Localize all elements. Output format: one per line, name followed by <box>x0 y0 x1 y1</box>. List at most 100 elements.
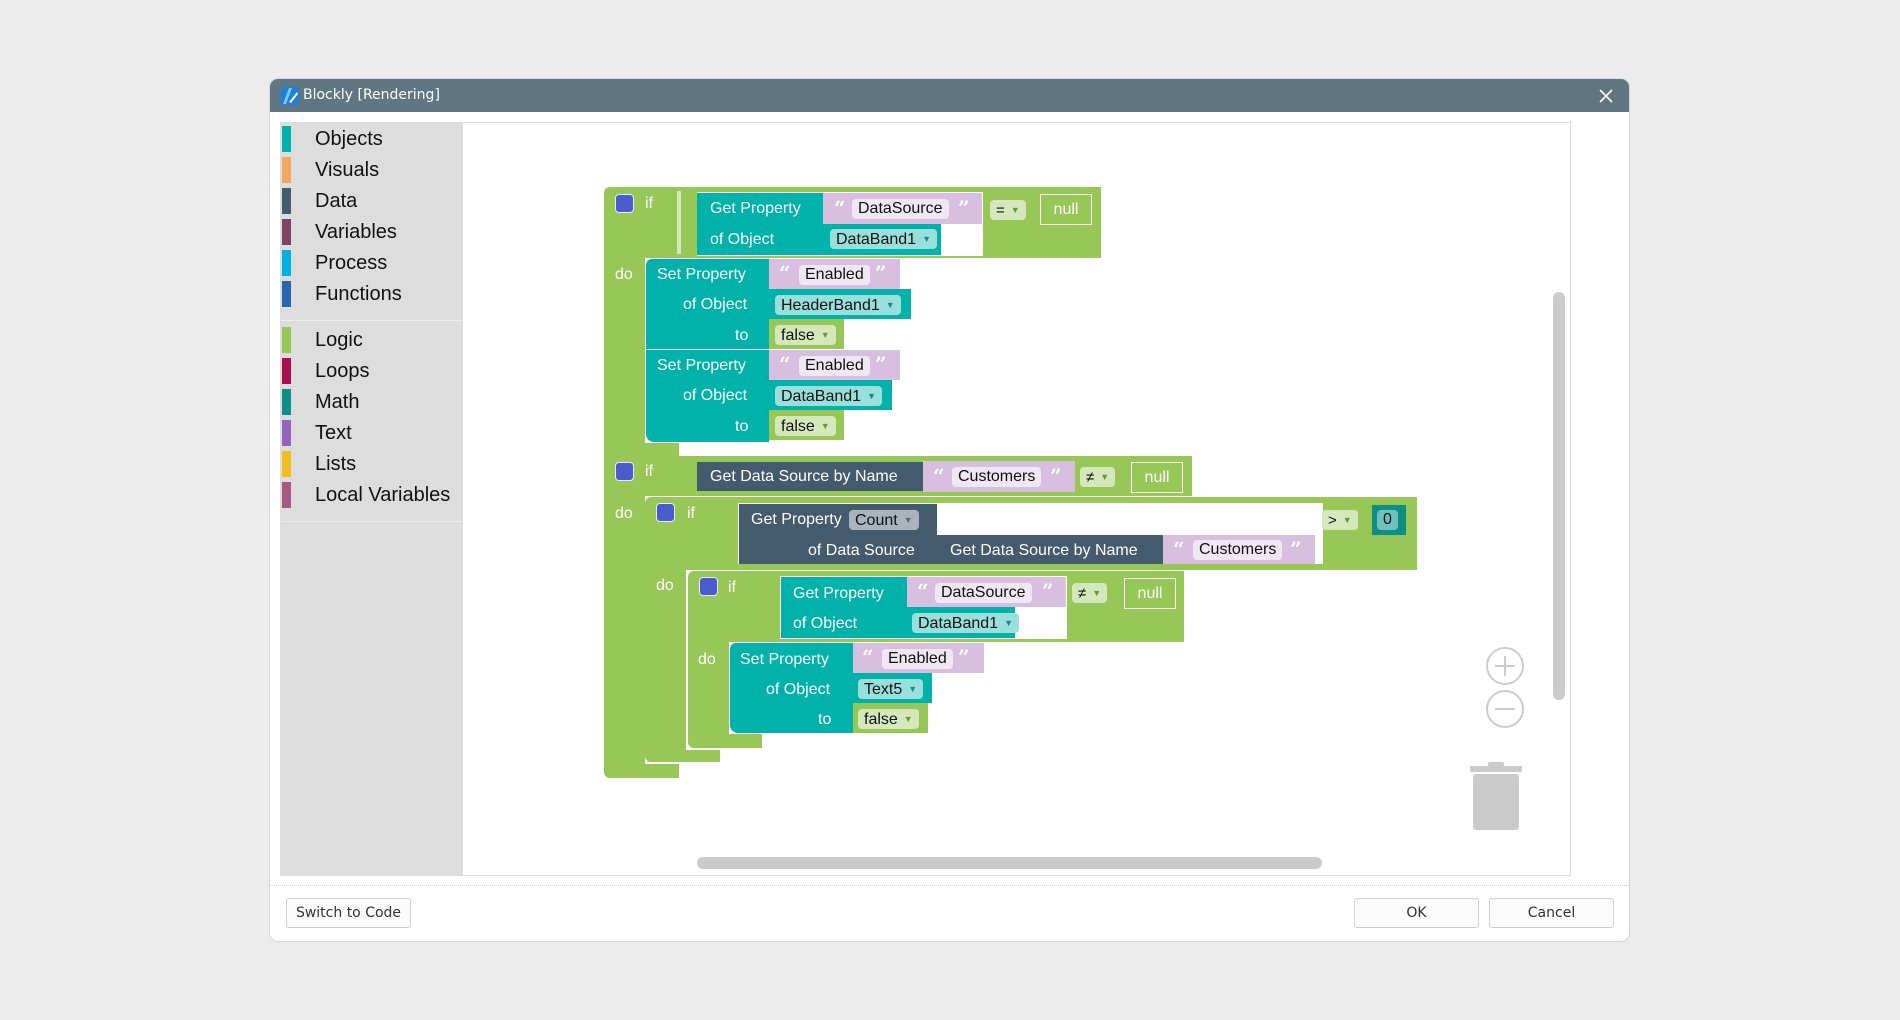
close-quote-icon: ” <box>1042 579 1054 603</box>
footer-separator <box>270 885 1629 886</box>
category-text[interactable]: Text <box>281 417 463 446</box>
open-quote-icon: “ <box>834 196 846 220</box>
boolean-dropdown[interactable]: false ▼ <box>775 416 836 436</box>
open-quote-icon: “ <box>917 579 929 603</box>
get-property-label: Get Property <box>710 200 801 217</box>
cancel-button[interactable]: Cancel <box>1489 898 1614 928</box>
vertical-scrollbar[interactable] <box>1553 292 1565 700</box>
mutator-gear-icon[interactable] <box>656 503 675 522</box>
text-field[interactable]: Customers <box>1193 540 1283 560</box>
if-label: if <box>645 463 653 480</box>
toolbox: Objects Visuals Data Variables Process F… <box>281 123 463 875</box>
operator-dropdown[interactable]: > ▼ <box>1322 510 1358 530</box>
category-color-swatch <box>282 126 291 152</box>
set-property-label: Set Property <box>740 651 829 668</box>
do-label: do <box>698 651 716 668</box>
of-object-label: of Object <box>683 296 748 313</box>
close-quote-icon: ” <box>958 196 970 220</box>
category-math[interactable]: Math <box>281 386 463 415</box>
category-logic[interactable]: Logic <box>281 324 463 353</box>
category-label: Text <box>315 422 352 444</box>
object-dropdown[interactable]: HeaderBand1 ▼ <box>775 295 901 315</box>
do-label: do <box>656 577 674 594</box>
get-ds-by-name-label: Get Data Source by Name <box>710 468 898 485</box>
mutator-gear-icon[interactable] <box>615 194 634 213</box>
set-property-label: Set Property <box>657 266 746 283</box>
close-quote-icon: ” <box>875 352 887 376</box>
property-dropdown[interactable]: Count ▼ <box>849 510 919 530</box>
set-property-label: Set Property <box>657 357 746 374</box>
object-dropdown[interactable]: Text5 ▼ <box>858 679 924 699</box>
boolean-dropdown[interactable]: false ▼ <box>858 709 919 729</box>
operator-dropdown[interactable]: ≠ ▼ <box>1072 583 1108 603</box>
text-field[interactable]: Enabled <box>799 356 870 376</box>
null-block[interactable]: null <box>1131 462 1183 493</box>
category-label: Data <box>315 190 358 212</box>
if-block-bottom <box>645 750 720 762</box>
operator-dropdown[interactable]: ≠ ▼ <box>1080 467 1116 487</box>
category-label: Functions <box>315 283 402 305</box>
text-field[interactable]: Customers <box>952 467 1042 487</box>
close-quote-icon: ” <box>1290 537 1302 561</box>
category-color-swatch <box>282 281 291 307</box>
to-label: to <box>735 418 749 435</box>
category-label: Variables <box>315 221 397 243</box>
close-quote-icon: ” <box>958 645 970 669</box>
category-loops[interactable]: Loops <box>281 355 463 384</box>
close-quote-icon: ” <box>875 261 887 285</box>
boolean-dropdown[interactable]: false ▼ <box>775 325 836 345</box>
of-object-label: of Object <box>793 615 858 632</box>
operator-dropdown[interactable]: = ▼ <box>990 200 1026 220</box>
zoom-in-icon[interactable] <box>1485 646 1525 686</box>
category-color-swatch <box>282 157 291 183</box>
open-quote-icon: “ <box>779 352 791 376</box>
mutator-gear-icon[interactable] <box>615 462 634 481</box>
category-color-swatch <box>282 482 291 508</box>
category-color-swatch <box>282 420 291 446</box>
zoom-out-icon[interactable] <box>1485 689 1525 729</box>
category-visuals[interactable]: Visuals <box>281 154 463 183</box>
category-variables[interactable]: Variables <box>281 216 463 245</box>
object-dropdown[interactable]: DataBand1 ▼ <box>830 229 937 249</box>
horizontal-scrollbar[interactable] <box>697 857 1322 869</box>
category-objects[interactable]: Objects <box>281 123 463 152</box>
open-quote-icon: “ <box>1173 537 1185 561</box>
category-data[interactable]: Data <box>281 185 463 214</box>
if-block-spine <box>645 570 686 750</box>
of-object-label: of Object <box>766 681 831 698</box>
null-block[interactable]: null <box>1040 194 1092 225</box>
text-field[interactable]: Enabled <box>799 265 870 285</box>
mutator-gear-icon[interactable] <box>699 577 718 596</box>
category-label: Process <box>315 252 388 274</box>
category-local-variables[interactable]: Local Variables <box>281 479 463 508</box>
of-object-label: of Object <box>710 231 775 248</box>
category-label: Visuals <box>315 159 380 181</box>
object-dropdown[interactable]: DataBand1 ▼ <box>775 386 882 406</box>
trash-icon[interactable] <box>1468 760 1524 832</box>
object-dropdown[interactable]: DataBand1 ▼ <box>912 613 1019 633</box>
text-field[interactable]: Enabled <box>882 649 953 669</box>
category-lists[interactable]: Lists <box>281 448 463 477</box>
close-quote-icon: ” <box>1050 464 1062 488</box>
null-block[interactable]: null <box>1124 578 1176 609</box>
number-field[interactable]: 0 <box>1377 510 1398 530</box>
category-color-swatch <box>282 358 291 384</box>
text-field[interactable]: DataSource <box>852 199 949 219</box>
switch-to-code-button[interactable]: Switch to Code <box>286 898 411 928</box>
close-icon[interactable] <box>1595 85 1617 107</box>
ok-button[interactable]: OK <box>1354 898 1479 928</box>
if-label: if <box>687 505 695 522</box>
if-block-bottom <box>604 443 679 456</box>
of-data-source-label: of Data Source <box>808 542 915 559</box>
category-label: Lists <box>315 453 357 475</box>
category-functions[interactable]: Functions <box>281 278 463 307</box>
category-label: Math <box>315 391 360 413</box>
text-field[interactable]: DataSource <box>935 583 1032 603</box>
category-process[interactable]: Process <box>281 247 463 276</box>
category-color-swatch <box>282 219 291 245</box>
open-quote-icon: “ <box>862 645 874 669</box>
category-color-swatch <box>282 188 291 214</box>
do-label: do <box>615 266 633 283</box>
if-label: if <box>645 195 653 212</box>
toolbox-separator <box>281 521 463 522</box>
